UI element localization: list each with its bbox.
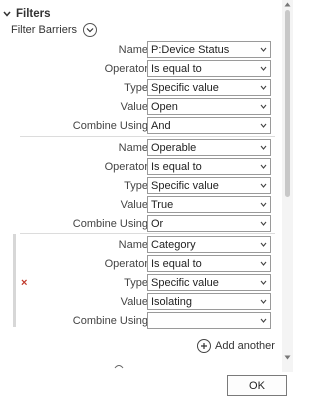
chevron-down-icon bbox=[260, 183, 267, 188]
operator-value: Is equal to bbox=[151, 63, 202, 75]
name-value: Category bbox=[151, 239, 196, 251]
selected-group-indicator bbox=[13, 234, 16, 327]
combine-dropdown[interactable] bbox=[147, 312, 271, 329]
combine-dropdown[interactable]: And bbox=[147, 117, 271, 134]
operator-row: Operator Is equal to bbox=[20, 158, 275, 177]
type-dropdown[interactable]: Specific value bbox=[147, 79, 271, 96]
operator-dropdown[interactable]: Is equal to bbox=[147, 255, 271, 272]
dialog-footer: OK bbox=[0, 372, 293, 400]
group-divider bbox=[20, 233, 275, 234]
combine-dropdown[interactable]: Or bbox=[147, 215, 271, 232]
chevron-down-icon bbox=[260, 299, 267, 304]
filters-section-header[interactable]: Filters bbox=[2, 6, 51, 22]
operator-value: Is equal to bbox=[151, 161, 202, 173]
operator-row: Operator Is equal to bbox=[20, 60, 275, 79]
type-row: Type Specific value bbox=[20, 177, 275, 196]
scroll-up-icon[interactable] bbox=[284, 2, 291, 7]
combine-value: Or bbox=[151, 218, 164, 230]
vertical-scrollbar[interactable] bbox=[282, 0, 293, 372]
type-value: Specific value bbox=[151, 180, 219, 192]
scrollbar-thumb[interactable] bbox=[285, 10, 290, 197]
value-row: Value Open bbox=[20, 98, 275, 117]
plus-icon bbox=[197, 339, 211, 353]
collapse-barriers-button[interactable] bbox=[83, 23, 98, 37]
combine-label: Combine Using bbox=[72, 120, 148, 132]
value-label: Value bbox=[120, 101, 148, 113]
combine-row: Combine Using bbox=[20, 312, 275, 331]
chevron-down-icon bbox=[86, 28, 94, 33]
chevron-down-icon bbox=[260, 104, 267, 109]
type-row: Type Specific value bbox=[20, 79, 275, 98]
operator-label: Operator bbox=[104, 161, 148, 173]
combine-label: Combine Using bbox=[72, 315, 148, 327]
name-label: Name bbox=[118, 44, 148, 56]
chevron-down-icon bbox=[260, 202, 267, 207]
value-value: Isolating bbox=[151, 296, 192, 308]
chevron-down-icon bbox=[260, 318, 267, 323]
chevron-down-icon bbox=[260, 66, 267, 71]
value-label: Value bbox=[120, 296, 148, 308]
group-divider bbox=[20, 136, 275, 137]
value-dropdown[interactable]: True bbox=[147, 196, 271, 213]
combine-label: Combine Using bbox=[72, 218, 148, 230]
value-value: Open bbox=[151, 101, 178, 113]
chevron-down-icon bbox=[260, 242, 267, 247]
name-label: Name bbox=[118, 239, 148, 251]
chevron-down-icon bbox=[3, 11, 11, 17]
value-value: True bbox=[151, 199, 174, 211]
filter-barriers-label: Filter Barriers bbox=[11, 24, 78, 36]
operator-row: Operator Is equal to bbox=[20, 255, 275, 274]
type-label: Type bbox=[124, 277, 148, 289]
scroll-down-icon[interactable] bbox=[284, 355, 291, 360]
chevron-down-icon bbox=[260, 261, 267, 266]
value-label: Value bbox=[120, 199, 148, 211]
operator-label: Operator bbox=[104, 63, 148, 75]
chevron-down-icon bbox=[260, 221, 267, 226]
chevron-down-icon bbox=[260, 85, 267, 90]
type-label: Type bbox=[124, 82, 148, 94]
name-label: Name bbox=[118, 142, 148, 154]
combine-value: And bbox=[151, 120, 171, 132]
type-label: Type bbox=[124, 180, 148, 192]
chevron-down-icon bbox=[260, 280, 267, 285]
type-value: Specific value bbox=[151, 82, 219, 94]
value-row: Value True bbox=[20, 196, 275, 215]
name-row: Name Operable bbox=[20, 139, 275, 158]
type-dropdown[interactable]: Specific value bbox=[147, 177, 271, 194]
name-row: Name P:Device Status bbox=[20, 41, 275, 60]
chevron-down-icon bbox=[260, 123, 267, 128]
combine-row: Combine Using Or bbox=[20, 215, 275, 234]
name-dropdown[interactable]: P:Device Status bbox=[147, 41, 271, 58]
type-dropdown[interactable]: Specific value bbox=[147, 274, 271, 291]
partial-icon bbox=[114, 365, 124, 369]
chevron-down-icon bbox=[260, 164, 267, 169]
value-row: Value Isolating bbox=[20, 293, 275, 312]
filter-barriers-header: Filter Barriers bbox=[11, 22, 98, 38]
value-dropdown[interactable]: Open bbox=[147, 98, 271, 115]
name-value: Operable bbox=[151, 142, 197, 154]
type-value: Specific value bbox=[151, 277, 219, 289]
operator-dropdown[interactable]: Is equal to bbox=[147, 158, 271, 175]
chevron-down-icon bbox=[260, 145, 267, 150]
operator-label: Operator bbox=[104, 258, 148, 270]
add-another-label: Add another bbox=[215, 340, 275, 352]
operator-value: Is equal to bbox=[151, 258, 202, 270]
section-title: Filters bbox=[16, 8, 51, 20]
add-another-button[interactable]: Add another bbox=[197, 338, 275, 354]
ok-button[interactable]: OK bbox=[227, 375, 287, 396]
filters-panel: Filters Filter Barriers Name P:Device St… bbox=[0, 0, 281, 372]
name-row: Name Category bbox=[20, 236, 275, 255]
name-value: P:Device Status bbox=[151, 44, 230, 56]
operator-dropdown[interactable]: Is equal to bbox=[147, 60, 271, 77]
value-dropdown[interactable]: Isolating bbox=[147, 293, 271, 310]
combine-row: Combine Using And bbox=[20, 117, 275, 136]
chevron-down-icon bbox=[260, 47, 267, 52]
type-row: Type Specific value bbox=[20, 274, 275, 293]
name-dropdown[interactable]: Operable bbox=[147, 139, 271, 156]
name-dropdown[interactable]: Category bbox=[147, 236, 271, 253]
